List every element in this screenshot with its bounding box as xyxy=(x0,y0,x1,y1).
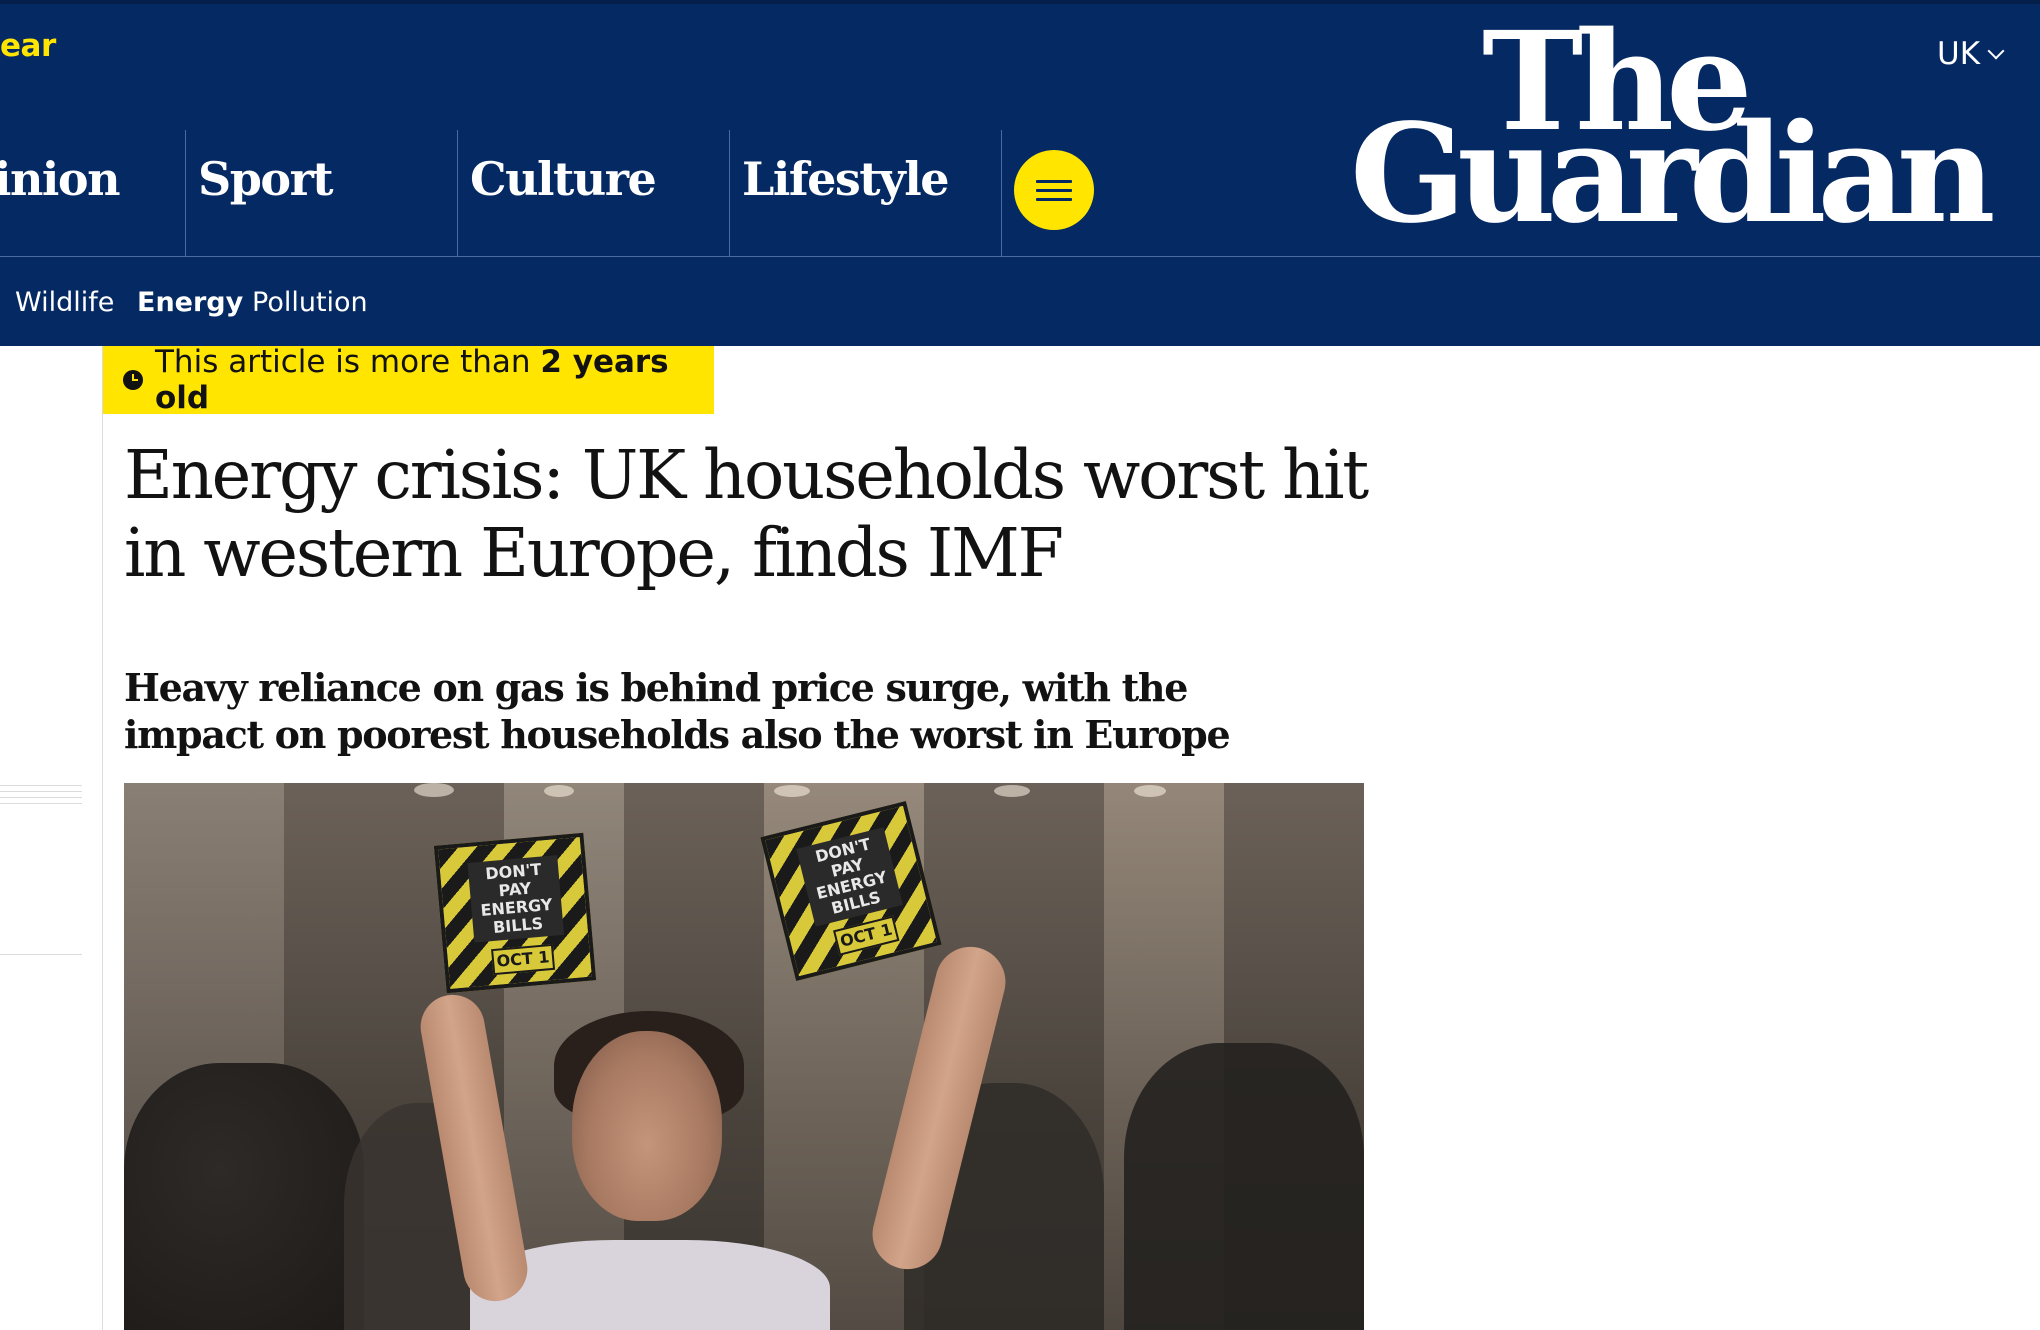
pillar-nav: inion Sport Culture Lifestyle xyxy=(0,130,1100,256)
rail-divider xyxy=(0,954,82,955)
logo-line-guardian: Guardian xyxy=(1350,94,1996,254)
article-standfirst: Heavy reliance on gas is behind price su… xyxy=(124,665,1231,757)
pillar-culture[interactable]: Culture xyxy=(457,130,657,256)
article-main-image[interactable]: DON'T PAY ENERGY BILLS OCT 1 DON'T PAY E… xyxy=(124,783,1364,1330)
masthead: ear UK The Guardian inion Sport Culture … xyxy=(0,0,2040,346)
age-warning-text: This article is more than 2 years old xyxy=(155,344,669,416)
article-headline: Energy crisis: UK households worst hit i… xyxy=(124,436,1369,592)
sub-nav: Wildlife Energy Pollution xyxy=(0,257,2040,346)
subnav-item-pollution[interactable]: Pollution xyxy=(252,287,368,318)
guardian-logo[interactable]: The Guardian xyxy=(1350,14,2010,244)
protest-sign-left: DON'T PAY ENERGY BILLS OCT 1 xyxy=(433,832,597,994)
pillar-divider xyxy=(1001,130,1002,256)
subnav-item-energy[interactable]: Energy xyxy=(137,287,243,318)
pillar-lifestyle[interactable]: Lifestyle xyxy=(729,130,950,256)
photo-subject-face xyxy=(572,1031,722,1221)
support-link[interactable]: ear xyxy=(0,28,56,64)
article-age-warning: This article is more than 2 years old xyxy=(103,344,714,416)
clock-icon xyxy=(123,370,143,390)
subnav-item-wildlife[interactable]: Wildlife xyxy=(15,287,114,318)
menu-button[interactable] xyxy=(1014,150,1094,230)
content-left-border xyxy=(102,346,103,1330)
pillar-opinion[interactable]: inion xyxy=(0,130,121,256)
pillar-sport[interactable]: Sport xyxy=(185,130,334,256)
rail-divider-lines xyxy=(0,785,82,809)
